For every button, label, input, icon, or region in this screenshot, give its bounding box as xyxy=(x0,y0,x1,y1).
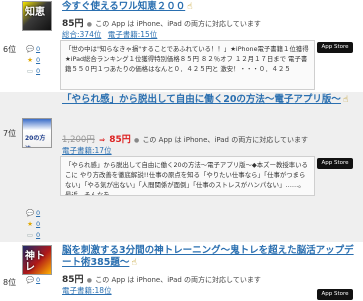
comment-bubble-icon: 💬 xyxy=(26,209,35,217)
apple-icon: ● xyxy=(86,21,93,28)
side-stats: 💬 0 ★ 0 ▭ 0 xyxy=(26,208,40,241)
rank-label: 7位 xyxy=(3,129,17,138)
star-count[interactable]: 0 xyxy=(36,220,40,228)
star-icon: ★ xyxy=(27,220,33,228)
comment-count[interactable]: 0 xyxy=(36,209,40,217)
category-rank-link[interactable]: 電子書籍:15位 xyxy=(108,30,158,39)
price-row: 85円 ● この App は iPhone、iPad の両方に対応しています xyxy=(62,16,261,29)
original-price: 1,200円 xyxy=(62,135,95,145)
rank-label: 6位 xyxy=(3,45,17,54)
app-icon-label: 知恵 xyxy=(25,7,45,18)
comment-count[interactable]: 0 xyxy=(36,45,40,53)
comment-bubble-icon: 💬 xyxy=(26,276,35,284)
price-arrow: ⇒ xyxy=(99,136,105,144)
rank-label: 8位 xyxy=(3,278,17,287)
side-stats: 💬 0 ★ 0 ▭ 0 xyxy=(26,44,40,77)
app-title-link[interactable]: 脳を刺激する3分間の神トレーニング～鬼トレを超えた脳活アップデート術385題～ ☝ xyxy=(62,245,355,269)
genre-row: 電子書籍:18位 xyxy=(62,285,116,296)
hand-pointer-icon: ☝ xyxy=(131,258,137,268)
availability-text: この App は iPhone、iPad の両方に対応しています xyxy=(142,136,309,144)
app-title[interactable]: 今すぐ使えるワル知恵２００ xyxy=(62,1,185,12)
apple-icon: ● xyxy=(86,277,93,284)
category-rank-link[interactable]: 電子書籍:17位 xyxy=(62,146,112,155)
tag-count[interactable]: 0 xyxy=(36,231,40,239)
genre-row: 電子書籍:17位 xyxy=(62,145,116,156)
comment-bubble-icon: 💬 xyxy=(26,45,35,53)
genre-rank-link[interactable]: 総合:374位 xyxy=(62,30,101,39)
app-icon-label: 神トレ xyxy=(25,251,45,273)
app-description: 「やられ感」から脱出して自由に働く20の方法～電子アプリ版～◆本ズー教授率いるこ… xyxy=(60,156,315,196)
tag-icon: ▭ xyxy=(26,231,34,239)
availability-text: この App は iPhone、iPad の両方に対応しています xyxy=(95,20,261,28)
apple-icon: ● xyxy=(133,137,140,144)
app-title-link[interactable]: 今すぐ使えるワル知恵２００ ☝ xyxy=(62,1,355,13)
app-icon[interactable]: 知恵 xyxy=(22,1,52,31)
star-count[interactable]: 0 xyxy=(36,56,40,64)
app-title[interactable]: 「やられ感」から脱出して自由に働く20の方法～電子アプリ版～ xyxy=(62,94,341,105)
price-row: 85円 ● この App は iPhone、iPad の両方に対応しています xyxy=(62,272,261,285)
app-icon-label: 20の方法 xyxy=(25,135,46,147)
comment-count[interactable]: 0 xyxy=(36,276,40,284)
genre-row: 総合:374位 電子書籍:15位 xyxy=(62,29,161,40)
hand-pointer-icon: ☝ xyxy=(342,95,349,105)
app-store-button[interactable]: App Store xyxy=(317,42,353,53)
availability-text: この App は iPhone、iPad の両方に対応しています xyxy=(95,276,261,284)
ranking-entry: 8位 神トレ 脳を刺激する3分間の神トレーニング～鬼トレを超えた脳活アップデート… xyxy=(0,244,363,301)
app-icon[interactable]: 神トレ xyxy=(22,245,52,275)
sale-price: 85円 xyxy=(109,135,131,145)
app-icon[interactable]: 20の方法 xyxy=(22,118,52,148)
ranking-entry: 6位 知恵 今すぐ使えるワル知恵２００ ☝ 85円 ● この App は iPho… xyxy=(0,0,363,90)
app-store-button[interactable]: App Store xyxy=(317,158,353,169)
price-row: 1,200円 ⇒ 85円 ● この App は iPhone、iPad の両方に… xyxy=(62,132,308,145)
price: 85円 xyxy=(62,275,84,285)
star-icon: ★ xyxy=(27,56,33,64)
tag-count[interactable]: 0 xyxy=(36,67,40,75)
price: 85円 xyxy=(62,19,84,29)
app-title-link[interactable]: 「やられ感」から脱出して自由に働く20の方法～電子アプリ版～ ☝ xyxy=(62,94,355,106)
app-description: 「世の中は"知らなきゃ損"することであふれている！！」★iPhone電子書籍１位… xyxy=(60,40,315,90)
tag-icon: ▭ xyxy=(26,67,34,75)
hand-pointer-icon: ☝ xyxy=(187,2,193,12)
category-rank-link[interactable]: 電子書籍:18位 xyxy=(62,286,112,295)
app-title[interactable]: 脳を刺激する3分間の神トレーニング～鬼トレを超えた脳活アップデート術385題～ xyxy=(62,245,354,268)
side-stats: 💬 0 xyxy=(26,275,40,286)
ranking-entry: 7位 20の方法 「やられ感」から脱出して自由に働く20の方法～電子アプリ版～☝… xyxy=(0,92,363,242)
app-store-button[interactable]: App Store xyxy=(317,289,353,300)
